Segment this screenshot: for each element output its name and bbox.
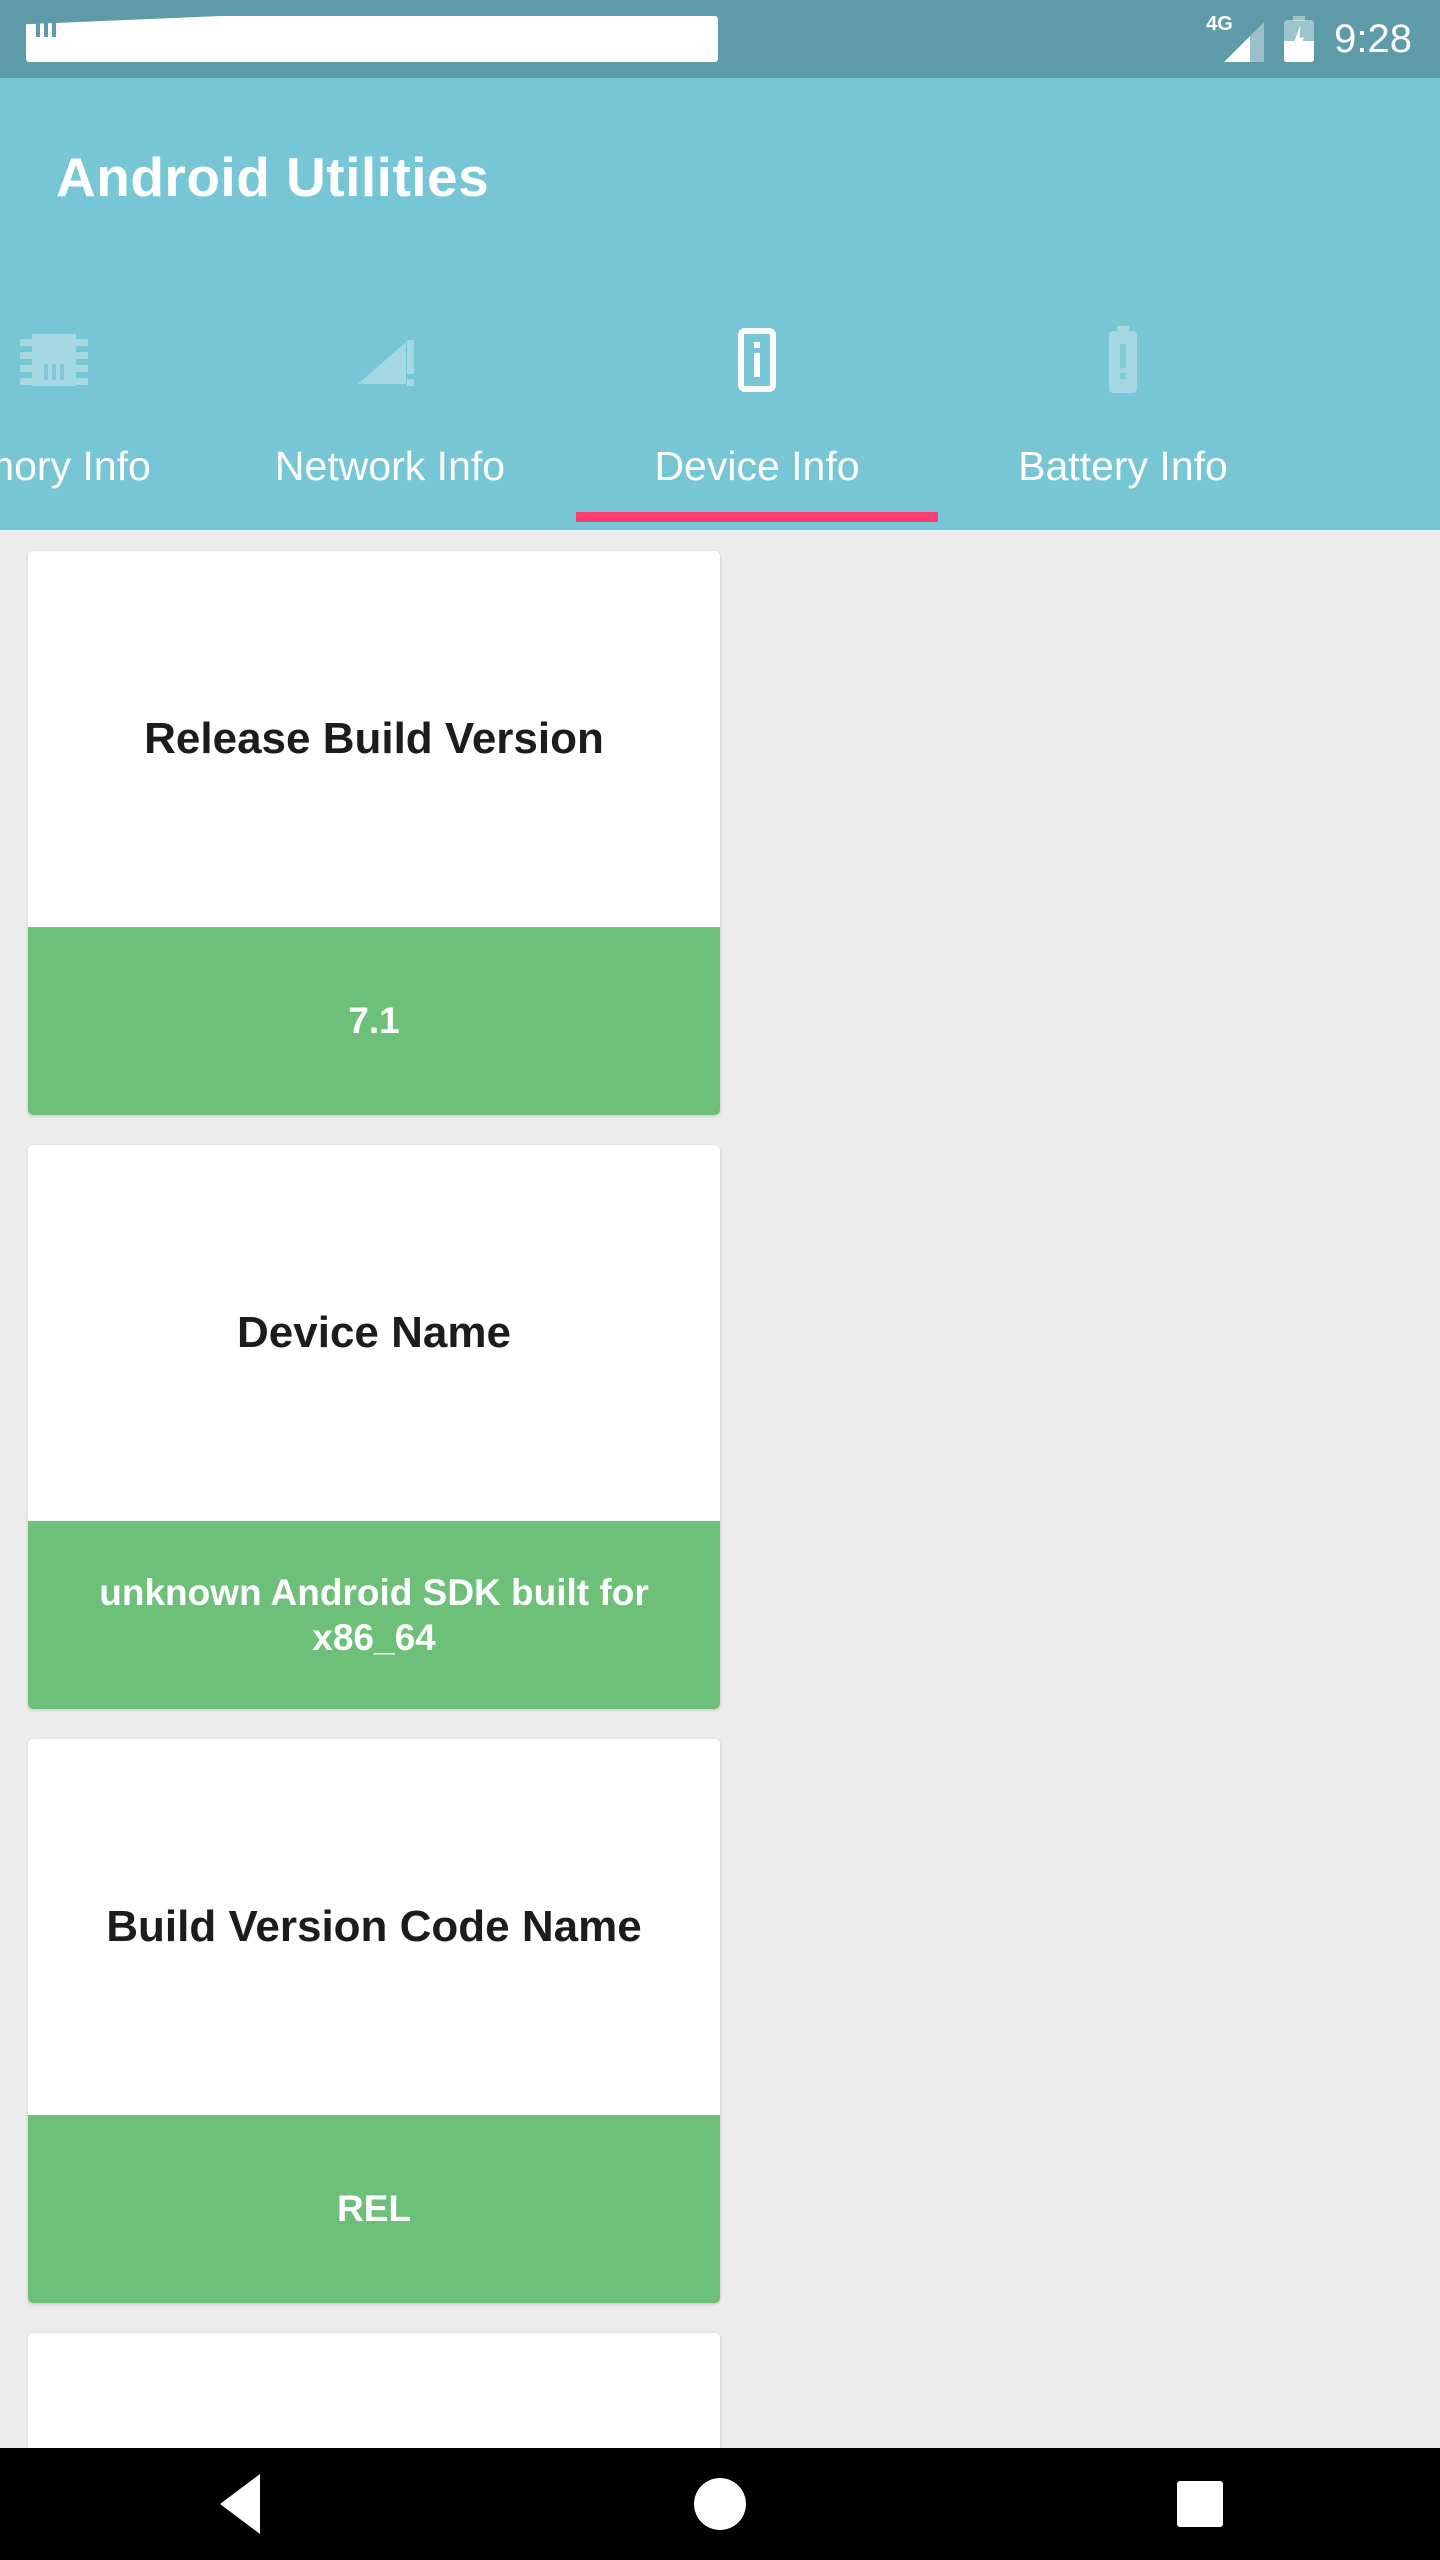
app-bar: Android Utilities emory Info Network Inf… [0,78,1440,530]
info-card-title: Build Version Code Name [106,1902,642,1952]
status-bar: 4G 9:28 [0,0,1440,78]
info-card-header: Manufacturer [28,2333,720,2448]
info-card-title: Release Build Version [144,714,604,764]
tab-device-info-label: Device Info [654,443,860,489]
signal-warning-icon [354,324,426,396]
android-screen: 4G 9:28 Android Utilities emory Info [0,0,1440,2560]
memory-chip-icon [18,324,90,396]
system-navigation-bar [0,2448,1440,2560]
status-bar-left [26,16,718,62]
info-card-value: REL [337,2188,411,2230]
tab-memory-info-label: emory Info [0,443,151,489]
info-card-value-area: REL [28,2115,720,2303]
tab-bar: emory Info Network Info Device Info [0,310,1440,530]
status-bar-clock: 9:28 [1334,17,1412,61]
info-card[interactable]: Build Version Code Name REL [28,1739,720,2303]
tab-device-info[interactable]: Device Info [576,310,938,530]
signal-4g-icon: 4G [1206,13,1265,62]
info-card-title: Device Name [237,1308,511,1358]
home-circle-icon [694,2478,746,2530]
tab-network-info[interactable]: Network Info [204,310,576,530]
info-card-value-area: unknown Android SDK built for x86_64 [28,1521,720,1709]
tab-network-info-label: Network Info [274,443,506,489]
battery-warning-icon [1087,324,1159,396]
tab-active-indicator [576,512,938,522]
info-card[interactable]: Manufacturer unknown [28,2333,720,2448]
tab-battery-info[interactable]: Battery Info [938,310,1308,530]
info-card[interactable]: Release Build Version 7.1 [28,551,720,1115]
tab-battery-info-label: Battery Info [1018,443,1228,489]
phone-info-icon [721,324,793,396]
info-card-header: Device Name [28,1145,720,1521]
battery-charging-icon [1284,16,1315,62]
status-bar-right: 4G 9:28 [1206,13,1412,62]
info-card-value-area: 7.1 [28,927,720,1115]
info-card-grid: Release Build Version 7.1 Device Name un… [28,551,1412,2448]
info-card-header: Release Build Version [28,551,720,927]
back-button[interactable] [150,2448,330,2560]
info-card-value: 7.1 [348,1000,400,1042]
device-info-panel: Release Build Version 7.1 Device Name un… [0,530,1440,2448]
info-card-header: Build Version Code Name [28,1739,720,2115]
tab-memory-info[interactable]: emory Info [0,310,204,530]
network-type-label: 4G [1206,13,1233,35]
recents-square-icon [1177,2481,1223,2527]
home-button[interactable] [630,2448,810,2560]
back-triangle-icon [220,2474,260,2534]
info-card-value: unknown Android SDK built for x86_64 [99,1571,649,1658]
page-title: Android Utilities [56,146,490,208]
info-card[interactable]: Device Name unknown Android SDK built fo… [28,1145,720,1709]
recents-button[interactable] [1110,2448,1290,2560]
sd-card-icon [26,16,718,62]
